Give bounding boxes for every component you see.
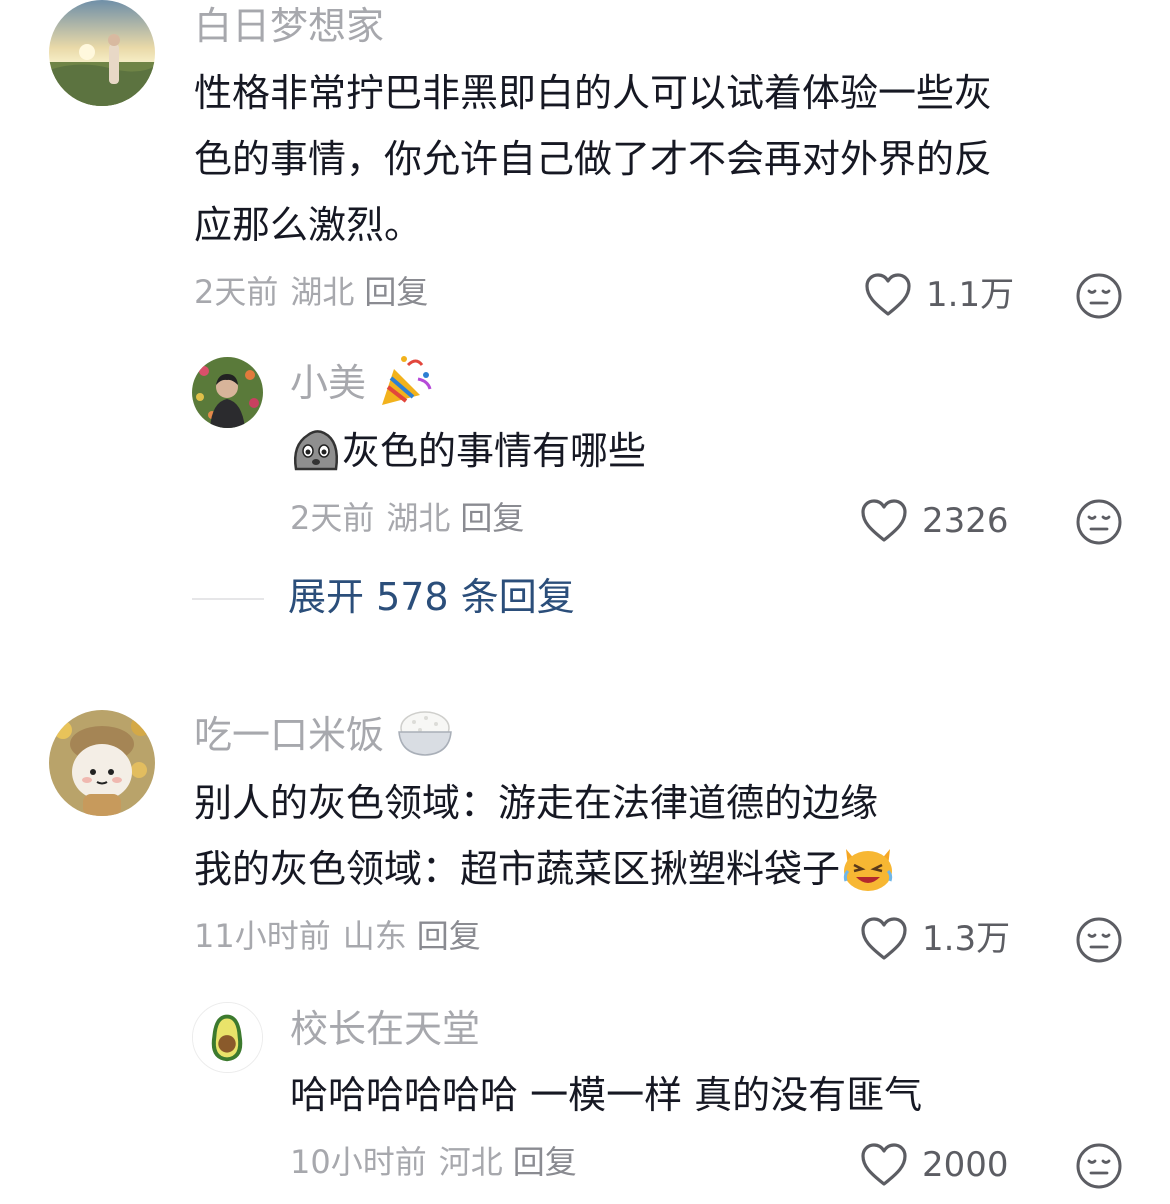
person-in-garden-avatar-icon [192, 357, 263, 428]
comment-location: 河北 [438, 1143, 503, 1181]
comment-text-line: 色的事情，你允许自己做了才不会再对外界的反 [194, 137, 993, 181]
meh-face-icon [1076, 1143, 1122, 1189]
comment-location: 湖北 [386, 499, 451, 537]
sunset-landscape-avatar-icon [49, 0, 155, 106]
dislike-button[interactable] [1075, 916, 1123, 964]
expand-replies-label: 展开 578 条回复 [288, 575, 575, 619]
username[interactable]: 校长在天堂 [290, 1010, 480, 1048]
dislike-button[interactable] [1075, 1142, 1123, 1190]
comment-text-body: 我的灰色领域：超市蔬菜区揪塑料袋子 [194, 847, 841, 891]
like-button[interactable]: 1.3万 [860, 916, 1030, 966]
heart-icon [865, 273, 911, 316]
heart-icon [861, 917, 907, 960]
user-avatar[interactable] [192, 357, 263, 428]
comment-text: 别人的灰色领域：游走在法律道德的边缘 我的灰色领域：超市蔬菜区揪塑料袋子 [194, 770, 1114, 902]
laughing-cat-icon [843, 848, 893, 891]
like-count: 1.1万 [926, 275, 1015, 315]
like-count: 1.3万 [922, 919, 1011, 959]
like-count: 2000 [922, 1145, 1009, 1185]
comment-text-line: 我的灰色领域：超市蔬菜区揪塑料袋子 [194, 836, 1114, 902]
heart-icon [861, 1143, 907, 1186]
comment-text: 性格非常拧巴非黑即白的人可以试着体验一些灰 色的事情，你允许自己做了才不会再对外… [194, 60, 1114, 258]
comment-meta: 11小时前 山东 回复 [194, 920, 481, 952]
like-button[interactable]: 2326 [860, 498, 1030, 548]
like-button[interactable]: 1.1万 [864, 272, 1034, 322]
user-avatar[interactable] [49, 710, 155, 816]
heart-icon [861, 499, 907, 542]
reply-button[interactable]: 回复 [513, 1143, 577, 1181]
comment-text-line: 性格非常拧巴非黑即白的人可以试着体验一些灰 [194, 71, 993, 115]
like-button[interactable]: 2000 [860, 1142, 1030, 1192]
comment-text: 灰色的事情有哪些 [290, 418, 646, 484]
comment-time: 10小时前 [290, 1143, 427, 1181]
user-avatar[interactable] [192, 1002, 263, 1073]
reply-button[interactable]: 回复 [417, 917, 481, 955]
dislike-button[interactable] [1075, 498, 1123, 546]
username[interactable]: 小美 [290, 355, 434, 407]
comment-location: 湖北 [290, 273, 355, 311]
meh-face-icon [1076, 499, 1122, 545]
grey-blob-sticker-icon [294, 429, 338, 470]
comment-time: 11小时前 [194, 917, 331, 955]
reply-button[interactable]: 回复 [364, 273, 428, 311]
username[interactable]: 白日梦想家 [194, 7, 384, 45]
comment-text-line: 应那么激烈。 [194, 203, 423, 247]
rice-bowl-icon [398, 710, 452, 756]
comment-meta: 10小时前 河北 回复 [290, 1146, 577, 1178]
user-avatar[interactable] [49, 0, 155, 106]
comment-text-line: 别人的灰色领域：游走在法律道德的边缘 [194, 781, 879, 825]
comment-time: 2天前 [194, 273, 279, 311]
party-popper-icon [382, 355, 432, 405]
comment-text-body: 灰色的事情有哪些 [342, 429, 647, 473]
comment-time: 2天前 [290, 499, 375, 537]
comment-location: 山东 [342, 917, 407, 955]
divider [192, 598, 264, 600]
like-count: 2326 [922, 501, 1009, 541]
meh-face-icon [1076, 273, 1122, 319]
username-text: 吃一口米饭 [194, 713, 385, 757]
reply-button[interactable]: 回复 [460, 499, 524, 537]
comment-meta: 2天前 湖北 回复 [194, 276, 428, 308]
plush-toy-avatar-icon [49, 710, 155, 816]
dislike-button[interactable] [1075, 272, 1123, 320]
username[interactable]: 吃一口米饭 [194, 710, 454, 758]
avocado-avatar-icon [193, 1003, 262, 1072]
comment-text: 哈哈哈哈哈哈 一模一样 真的没有匪气 [290, 1073, 923, 1117]
username-text: 小美 [290, 361, 367, 405]
comment-meta: 2天前 湖北 回复 [290, 502, 524, 534]
meh-face-icon [1076, 917, 1122, 963]
